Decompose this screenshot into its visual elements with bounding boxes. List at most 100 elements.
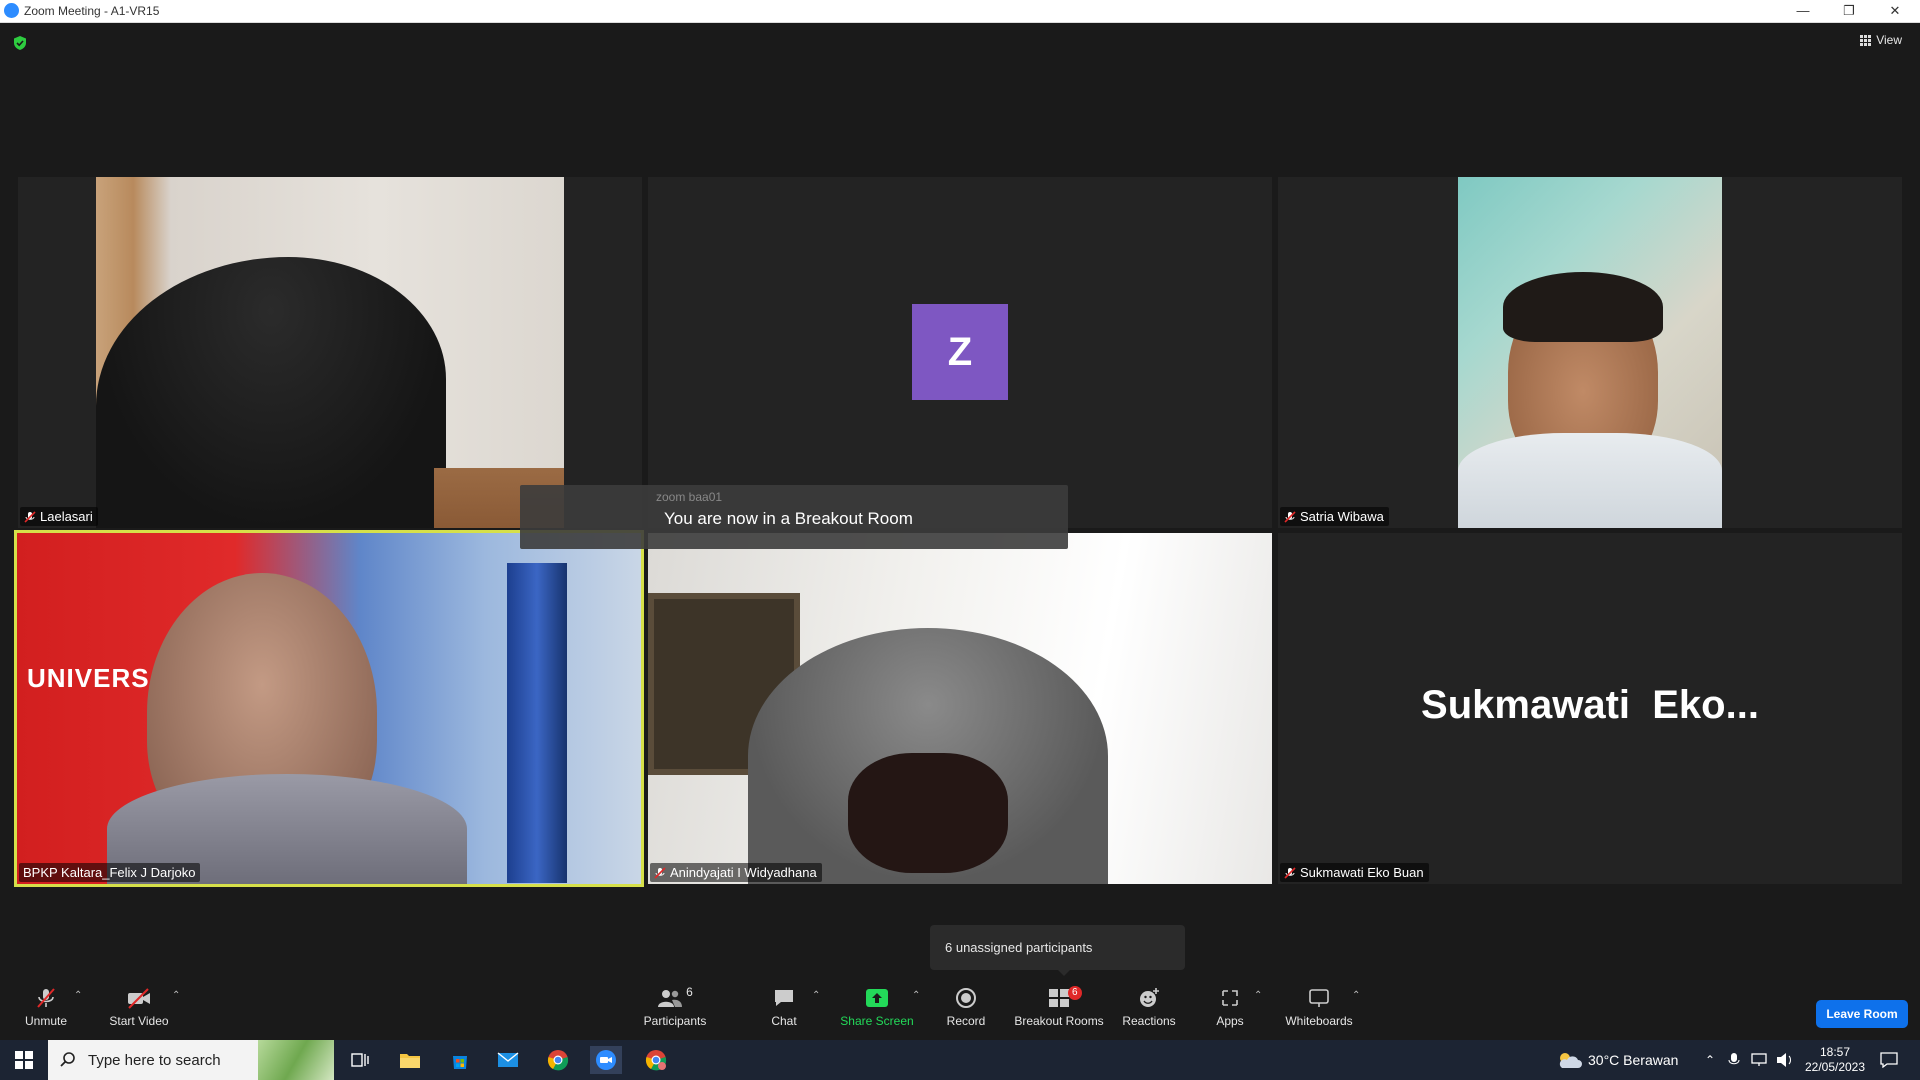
participant-name-tag: Satria Wibawa: [1280, 507, 1389, 526]
avatar: Z: [912, 304, 1008, 400]
participants-icon: [658, 990, 683, 1007]
task-view-icon[interactable]: [344, 1046, 376, 1074]
reactions-button[interactable]: Reactions: [1122, 986, 1176, 1028]
chat-icon: [775, 990, 793, 1006]
apps-label: Apps: [1216, 1014, 1244, 1028]
apps-icon: [1222, 990, 1238, 1006]
participant-video: [648, 533, 1272, 884]
volume-icon[interactable]: [1776, 1040, 1794, 1080]
windows-start-icon[interactable]: [8, 1046, 40, 1074]
apps-options-caret-icon[interactable]: ⌃: [1254, 990, 1262, 1001]
search-placeholder: Type here to search: [88, 1051, 221, 1069]
video-off-icon: [128, 988, 150, 1009]
unmute-button[interactable]: Unmute: [18, 986, 74, 1028]
breakout-rooms-icon: [1049, 989, 1069, 1007]
breakout-rooms-button[interactable]: 6 Breakout Rooms: [1014, 986, 1104, 1028]
clock-date: 22/05/2023: [1804, 1060, 1866, 1074]
share-screen-button[interactable]: Share Screen: [840, 986, 914, 1028]
clock-time: 18:57: [1819, 1045, 1851, 1059]
search-icon: [60, 1052, 75, 1067]
zoom-logo-icon: [4, 3, 19, 18]
whiteboards-label: Whiteboards: [1285, 1014, 1353, 1028]
weather-widget[interactable]: 30°C Berawan: [1556, 1040, 1678, 1080]
microsoft-store-icon[interactable]: [444, 1046, 476, 1074]
zoom-taskbar-icon[interactable]: [590, 1046, 622, 1074]
participants-button[interactable]: 6 Participants: [640, 985, 710, 1028]
restore-icon[interactable]: ❐: [1826, 0, 1872, 22]
view-label: View: [1876, 33, 1902, 47]
taskbar-search-box[interactable]: Type here to search: [48, 1040, 334, 1080]
leave-room-button[interactable]: Leave Room: [1816, 1000, 1908, 1028]
participant-display-name: Sukmawati Eko...: [1421, 683, 1759, 727]
participant-name: Sukmawati Eko Buan: [1300, 865, 1424, 880]
reactions-smiley-icon: [1140, 988, 1159, 1007]
start-video-label: Start Video: [109, 1014, 169, 1028]
whiteboards-button[interactable]: Whiteboards: [1284, 986, 1354, 1028]
participant-video: UNIVERS: [17, 533, 641, 884]
unmute-label: Unmute: [24, 1014, 68, 1028]
chat-label: Chat: [771, 1014, 797, 1028]
mail-icon[interactable]: [492, 1046, 524, 1074]
tray-overflow-chevron-icon[interactable]: ⌃: [1705, 1040, 1715, 1080]
record-icon: [956, 988, 976, 1008]
participants-count: 6: [686, 985, 693, 999]
video-tile-satria-wibawa[interactable]: Satria Wibawa: [1278, 177, 1902, 528]
video-tile-laelasari[interactable]: Laelasari: [18, 177, 642, 528]
apps-button[interactable]: Apps: [1212, 986, 1248, 1028]
start-video-button[interactable]: Start Video: [104, 986, 174, 1028]
encryption-shield-icon[interactable]: [12, 35, 28, 51]
share-screen-icon: [866, 989, 888, 1007]
search-highlight-image: [258, 1040, 334, 1080]
mic-muted-icon: [37, 988, 55, 1008]
windows-taskbar: Type here to search 30°C Berawan ⌃ 18:57…: [0, 1040, 1920, 1080]
participant-video: [96, 177, 564, 528]
window-title: Zoom Meeting - A1-VR15: [24, 4, 160, 18]
record-label: Record: [946, 1014, 986, 1028]
chat-button[interactable]: Chat: [764, 986, 804, 1028]
chat-options-caret-icon[interactable]: ⌃: [812, 990, 820, 1001]
breakout-rooms-badge: 6: [1068, 986, 1082, 1000]
participant-name-tag: BPKP Kaltara_Felix J Darjoko: [19, 863, 201, 882]
window-title-bar: Zoom Meeting - A1-VR15 — ❐ ✕: [0, 0, 1920, 23]
participant-video: [1458, 177, 1722, 528]
participant-name-tag: Laelasari: [20, 507, 98, 526]
close-icon[interactable]: ✕: [1872, 0, 1918, 22]
grid-view-icon: [1860, 34, 1872, 46]
video-options-caret-icon[interactable]: ⌃: [172, 990, 180, 1001]
participant-name: Laelasari: [40, 509, 93, 524]
whiteboards-options-caret-icon[interactable]: ⌃: [1352, 990, 1360, 1001]
video-tile-anindyajati[interactable]: Anindyajati I Widyadhana: [648, 533, 1272, 884]
cloudy-weather-icon: [1559, 1053, 1582, 1068]
video-tile-sukmawati[interactable]: Sukmawati Eko... Sukmawati Eko Buan: [1278, 533, 1902, 884]
breakout-room-notification: zoom baa01 You are now in a Breakout Roo…: [520, 485, 1068, 549]
mic-muted-icon: [1284, 866, 1296, 879]
toast-underlying-name: zoom baa01: [656, 490, 723, 504]
breakout-rooms-label: Breakout Rooms: [1014, 1014, 1104, 1028]
record-button[interactable]: Record: [944, 986, 988, 1028]
share-options-caret-icon[interactable]: ⌃: [912, 990, 920, 1001]
participants-label: Participants: [643, 1014, 707, 1028]
share-screen-label: Share Screen: [840, 1014, 914, 1028]
chrome-profile-icon[interactable]: [640, 1046, 672, 1074]
mic-muted-icon: [24, 510, 36, 523]
clock[interactable]: 18:57 22/05/2023: [1800, 1040, 1870, 1080]
audio-options-caret-icon[interactable]: ⌃: [74, 990, 82, 1001]
participant-name-tag: Sukmawati Eko Buan: [1280, 863, 1429, 882]
participant-name-tag: Anindyajati I Widyadhana: [650, 863, 822, 882]
network-icon[interactable]: [1750, 1040, 1768, 1080]
toast-message: You are now in a Breakout Room: [664, 509, 913, 528]
microphone-tray-icon[interactable]: [1728, 1040, 1740, 1080]
mic-muted-icon: [1284, 510, 1296, 523]
whiteboard-icon: [1309, 989, 1329, 1007]
weather-text: 30°C Berawan: [1588, 1052, 1679, 1068]
chrome-icon[interactable]: [542, 1046, 574, 1074]
minimize-icon[interactable]: —: [1780, 0, 1826, 22]
video-tile-zoom-baa01[interactable]: Z: [648, 177, 1272, 528]
participant-name: BPKP Kaltara_Felix J Darjoko: [23, 865, 196, 880]
file-explorer-icon[interactable]: [394, 1046, 426, 1074]
participant-name: Anindyajati I Widyadhana: [670, 865, 817, 880]
notifications-icon[interactable]: [1880, 1040, 1898, 1080]
video-tile-active-speaker[interactable]: UNIVERS BPKP Kaltara_Felix J Darjoko: [14, 530, 644, 887]
unassigned-participants-tooltip: 6 unassigned participants: [930, 925, 1185, 976]
view-button[interactable]: View: [1860, 33, 1902, 47]
